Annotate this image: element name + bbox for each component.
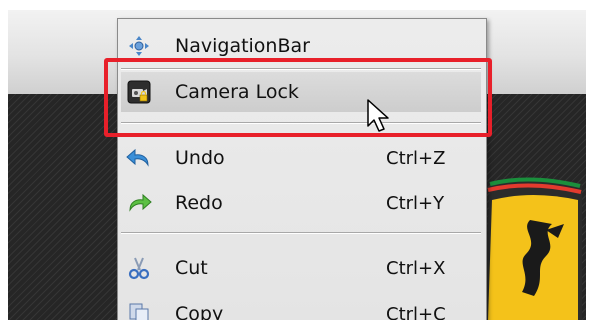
menu-item-shortcut: Ctrl+Z (386, 147, 446, 169)
redo-arrow-icon (125, 191, 153, 215)
menu-item-copy[interactable]: Copy Ctrl+C (121, 294, 481, 320)
navigation-arrows-icon (125, 34, 153, 58)
menu-item-cut[interactable]: Cut Ctrl+X (121, 248, 481, 288)
undo-arrow-icon (125, 146, 153, 170)
menu-separator (121, 232, 481, 234)
scissors-icon (125, 256, 153, 280)
highlight-annotation (104, 58, 492, 137)
screenshot-frame: NavigationBar Camera Lock Undo Ctrl+Z Re… (0, 0, 595, 320)
copy-icon (125, 302, 153, 320)
menu-item-label: NavigationBar (175, 35, 310, 57)
menu-item-redo[interactable]: Redo Ctrl+Y (121, 183, 481, 223)
menu-item-undo[interactable]: Undo Ctrl+Z (121, 138, 481, 178)
menu-item-shortcut: Ctrl+Y (386, 192, 445, 214)
menu-item-shortcut: Ctrl+C (386, 303, 446, 320)
mouse-pointer-icon (367, 99, 389, 132)
menu-item-shortcut: Ctrl+X (386, 257, 446, 279)
